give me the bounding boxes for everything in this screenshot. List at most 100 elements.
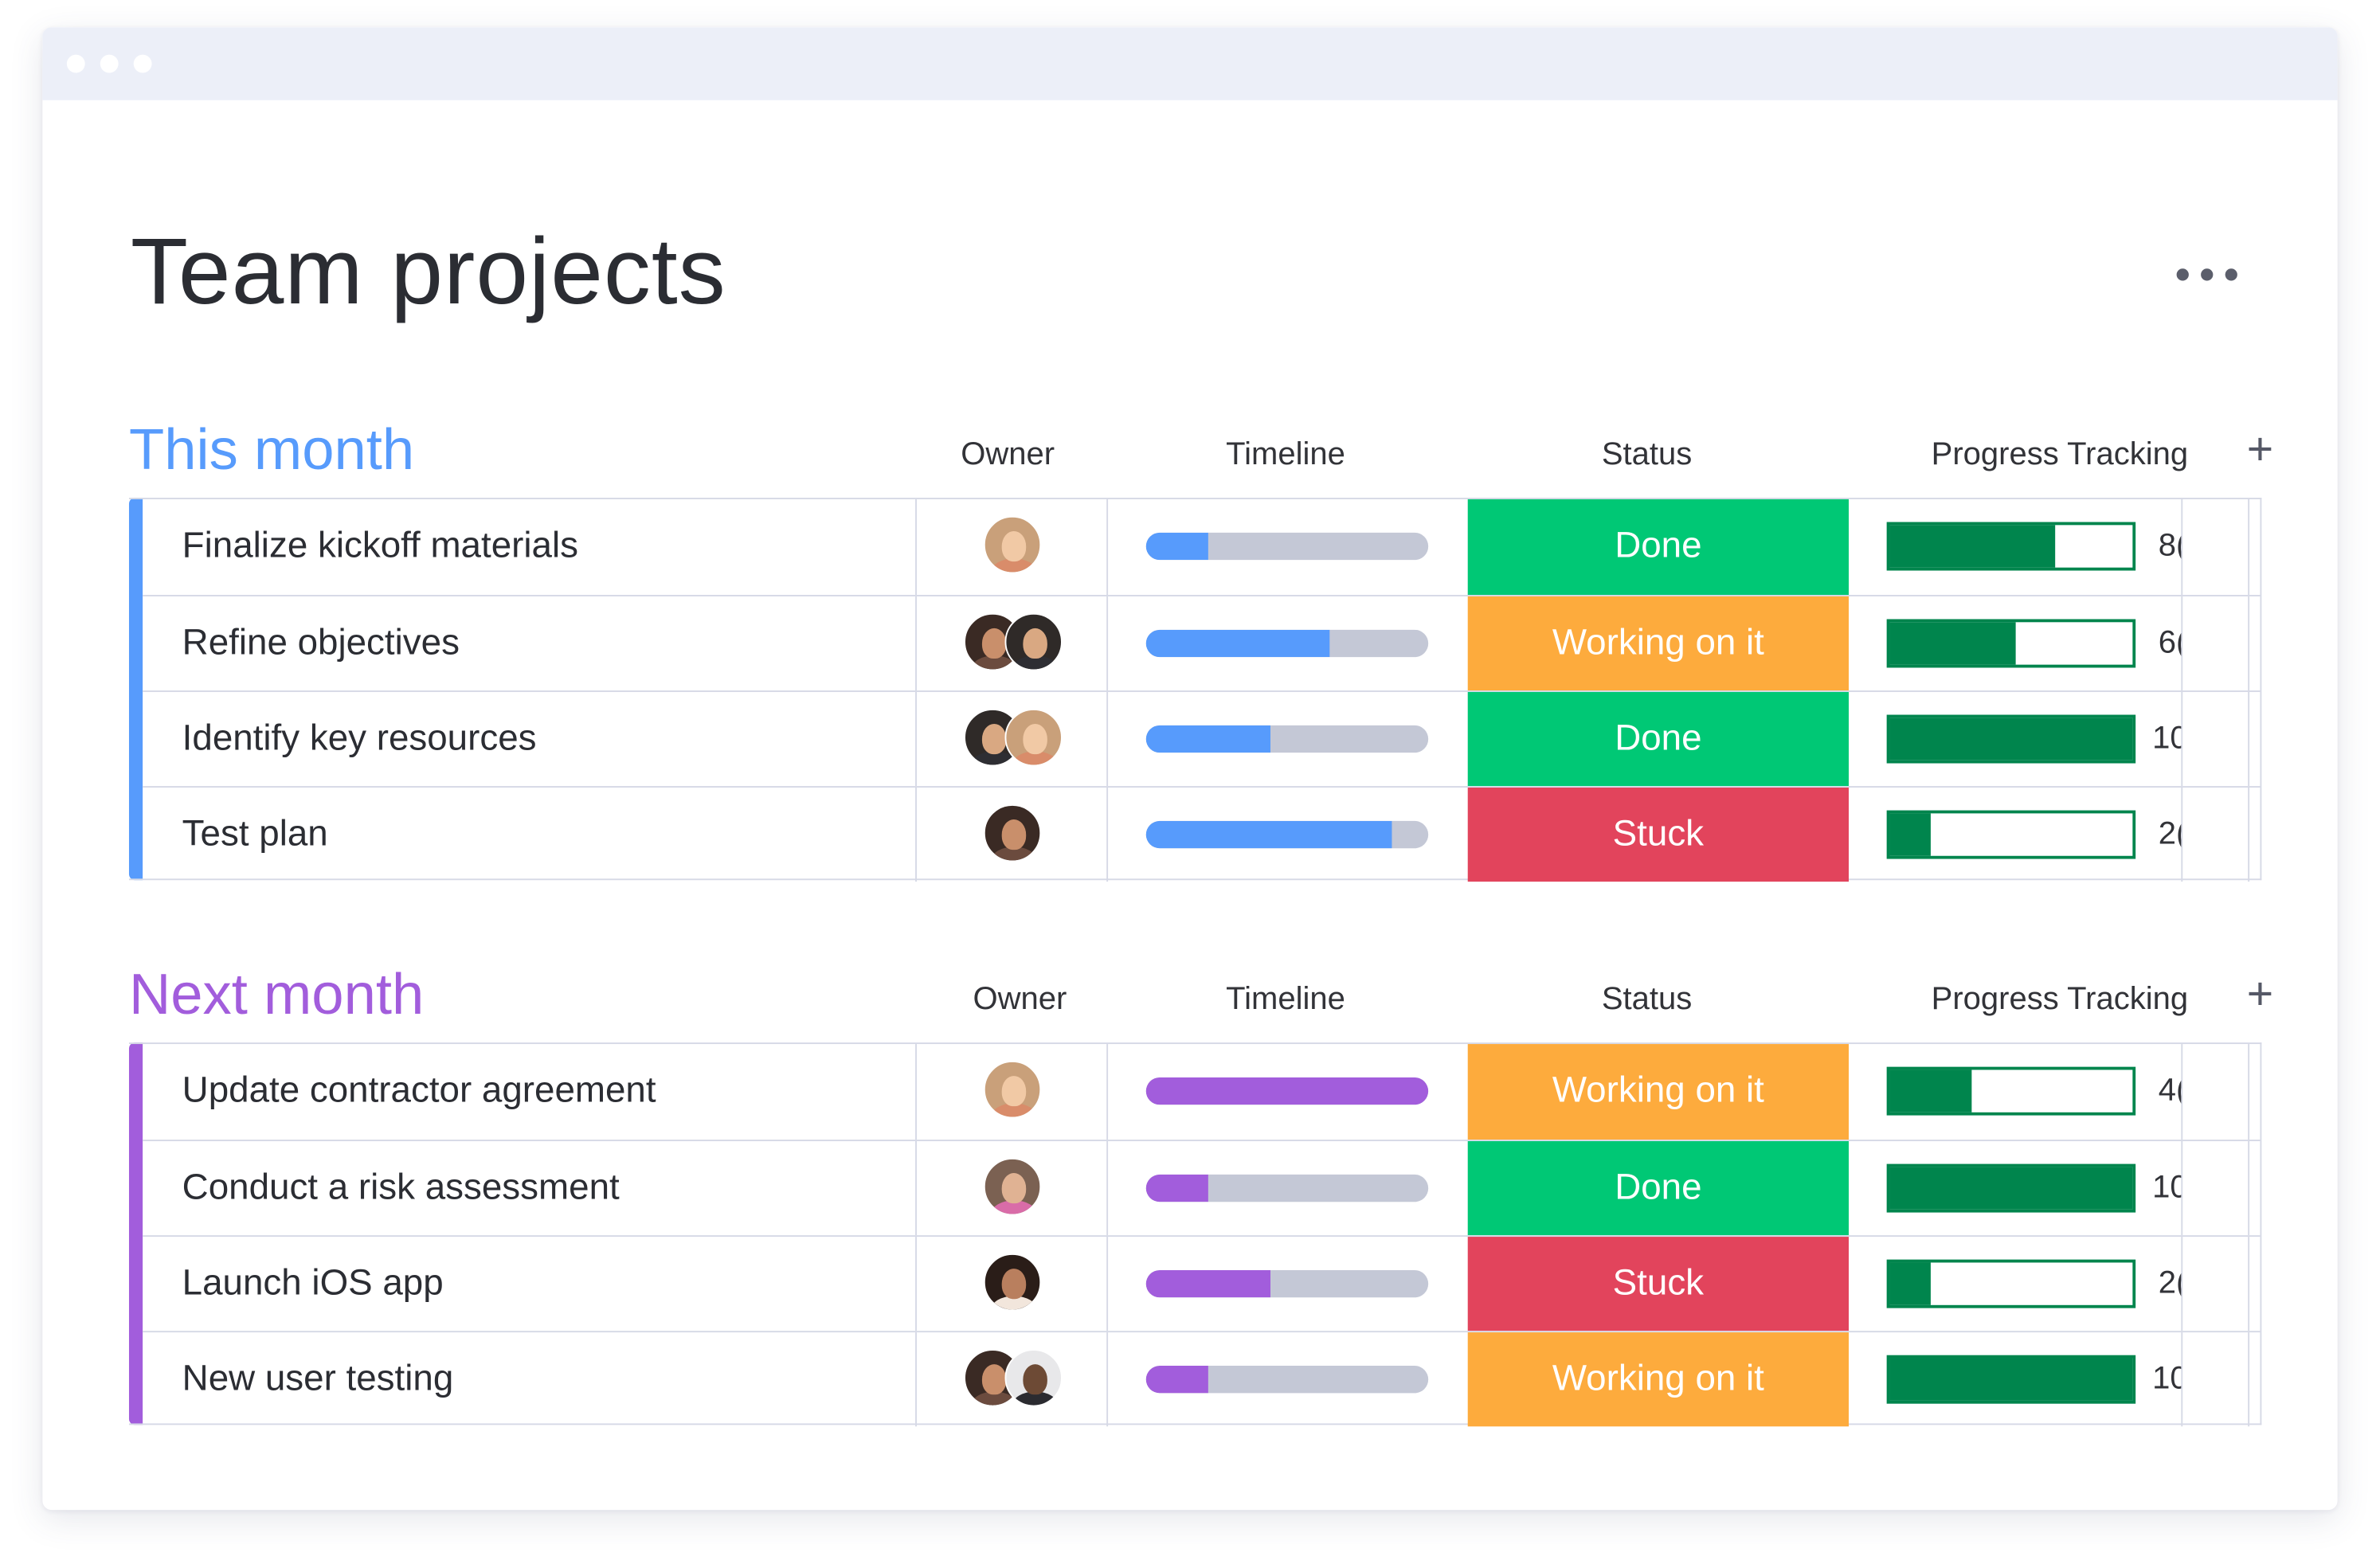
item-name-cell[interactable]: Launch iOS app: [143, 1237, 917, 1331]
column-header-progress[interactable]: Progress Tracking: [1900, 434, 2219, 476]
timeline-bar[interactable]: [1145, 1269, 1429, 1298]
timeline-cell[interactable]: [1108, 596, 1468, 690]
avatar[interactable]: [983, 515, 1042, 574]
status-label[interactable]: Working on it: [1468, 1044, 1849, 1140]
timeline-bar[interactable]: [1145, 725, 1429, 753]
owner-avatars[interactable]: [963, 612, 1062, 674]
column-header-timeline[interactable]: Timeline: [1198, 434, 1374, 476]
item-name[interactable]: Refine objectives: [182, 596, 460, 690]
owner-avatars[interactable]: [963, 1349, 1062, 1410]
table-row[interactable]: Launch iOS app Stuck 2(: [143, 1235, 2261, 1331]
empty-column-cell[interactable]: [2182, 499, 2250, 595]
avatar[interactable]: [983, 1157, 1042, 1216]
owner-cell[interactable]: [917, 691, 1109, 787]
ellipsis-icon[interactable]: [2164, 252, 2249, 297]
column-header-timeline[interactable]: Timeline: [1198, 979, 1374, 1021]
owner-avatars[interactable]: [983, 804, 1042, 865]
item-name[interactable]: Finalize kickoff materials: [182, 499, 578, 593]
owner-avatars[interactable]: [983, 1061, 1042, 1121]
group-title[interactable]: Next month: [129, 957, 424, 1033]
avatar[interactable]: [983, 1061, 1042, 1119]
owner-avatars[interactable]: [963, 708, 1062, 769]
table-row[interactable]: Conduct a risk assessment Done 10: [143, 1140, 2261, 1236]
status-cell[interactable]: Working on it: [1467, 1044, 1850, 1140]
plus-icon[interactable]: +: [2242, 972, 2279, 1018]
owner-avatars[interactable]: [983, 1253, 1042, 1314]
column-header-owner[interactable]: Owner: [973, 979, 1067, 1021]
table-row[interactable]: Refine objectives Working on it 6(: [143, 594, 2261, 691]
table-row[interactable]: Finalize kickoff materials Done 8(: [143, 499, 2260, 595]
timeline-bar[interactable]: [1145, 1077, 1429, 1105]
timeline-bar[interactable]: [1145, 1174, 1429, 1202]
timeline-cell[interactable]: [1108, 499, 1468, 595]
column-header-owner[interactable]: Owner: [961, 434, 1055, 476]
timeline-cell[interactable]: [1108, 788, 1468, 882]
owner-cell[interactable]: [917, 788, 1109, 882]
item-name[interactable]: Conduct a risk assessment: [182, 1141, 620, 1235]
status-label[interactable]: Working on it: [1468, 596, 1849, 690]
table-row[interactable]: Update contractor agreement Working on it…: [143, 1044, 2260, 1140]
item-name-cell[interactable]: Refine objectives: [143, 596, 917, 691]
status-cell[interactable]: Working on it: [1467, 1332, 1850, 1427]
owner-cell[interactable]: [917, 1044, 1109, 1140]
timeline-bar[interactable]: [1145, 820, 1429, 849]
owner-cell[interactable]: [917, 1141, 1109, 1236]
owner-cell[interactable]: [917, 1332, 1109, 1427]
timeline-cell[interactable]: [1108, 1044, 1468, 1140]
owner-cell[interactable]: [917, 1237, 1109, 1331]
group-title[interactable]: This month: [129, 413, 414, 488]
empty-column-cell[interactable]: [2182, 691, 2250, 787]
avatar[interactable]: [983, 804, 1042, 862]
status-label[interactable]: Stuck: [1468, 1237, 1849, 1331]
timeline-cell[interactable]: [1108, 692, 1468, 786]
status-cell[interactable]: Working on it: [1467, 596, 1850, 691]
avatar[interactable]: [1004, 1349, 1062, 1407]
column-header-status[interactable]: Status: [1571, 979, 1723, 1021]
timeline-bar[interactable]: [1145, 1366, 1429, 1394]
column-header-progress[interactable]: Progress Tracking: [1900, 979, 2219, 1021]
status-label[interactable]: Done: [1468, 692, 1849, 786]
status-cell[interactable]: Done: [1467, 499, 1850, 595]
item-name-cell[interactable]: Identify key resources: [143, 691, 917, 787]
empty-column-cell[interactable]: [2182, 1044, 2250, 1140]
empty-column-cell[interactable]: [2182, 1141, 2250, 1236]
item-name-cell[interactable]: Conduct a risk assessment: [143, 1141, 917, 1236]
avatar[interactable]: [1004, 708, 1062, 767]
empty-column-cell[interactable]: [2182, 1237, 2250, 1331]
status-label[interactable]: Stuck: [1468, 788, 1849, 882]
table-row[interactable]: Identify key resources Done 10: [143, 690, 2261, 787]
column-header-status[interactable]: Status: [1571, 434, 1723, 476]
empty-column-cell[interactable]: [2182, 1332, 2250, 1427]
item-name[interactable]: New user testing: [182, 1332, 454, 1426]
status-label[interactable]: Working on it: [1468, 1332, 1849, 1426]
avatar[interactable]: [983, 1253, 1042, 1312]
timeline-bar[interactable]: [1145, 532, 1429, 561]
item-name-cell[interactable]: Test plan: [143, 788, 917, 882]
item-name-cell[interactable]: Finalize kickoff materials: [143, 499, 917, 595]
item-name[interactable]: Test plan: [182, 788, 328, 882]
table-row[interactable]: New user testing Working on it 10: [143, 1331, 2261, 1427]
owner-avatars[interactable]: [983, 515, 1042, 577]
status-label[interactable]: Done: [1468, 499, 1849, 595]
empty-column-cell[interactable]: [2182, 788, 2250, 882]
plus-icon[interactable]: +: [2242, 427, 2279, 473]
status-cell[interactable]: Done: [1467, 691, 1850, 787]
owner-cell[interactable]: [917, 499, 1109, 595]
avatar[interactable]: [1004, 612, 1062, 671]
item-name[interactable]: Launch iOS app: [182, 1237, 444, 1331]
status-cell[interactable]: Stuck: [1467, 1237, 1850, 1331]
timeline-cell[interactable]: [1108, 1141, 1468, 1235]
item-name[interactable]: Update contractor agreement: [182, 1044, 656, 1138]
item-name[interactable]: Identify key resources: [182, 692, 537, 786]
table-row[interactable]: Test plan Stuck 2(: [143, 786, 2261, 882]
timeline-cell[interactable]: [1108, 1237, 1468, 1331]
item-name-cell[interactable]: Update contractor agreement: [143, 1044, 917, 1140]
empty-column-cell[interactable]: [2182, 596, 2250, 691]
item-name-cell[interactable]: New user testing: [143, 1332, 917, 1427]
timeline-cell[interactable]: [1108, 1332, 1468, 1426]
status-cell[interactable]: Done: [1467, 1141, 1850, 1236]
owner-cell[interactable]: [917, 596, 1109, 691]
status-cell[interactable]: Stuck: [1467, 788, 1850, 882]
owner-avatars[interactable]: [983, 1157, 1042, 1218]
status-label[interactable]: Done: [1468, 1141, 1849, 1235]
